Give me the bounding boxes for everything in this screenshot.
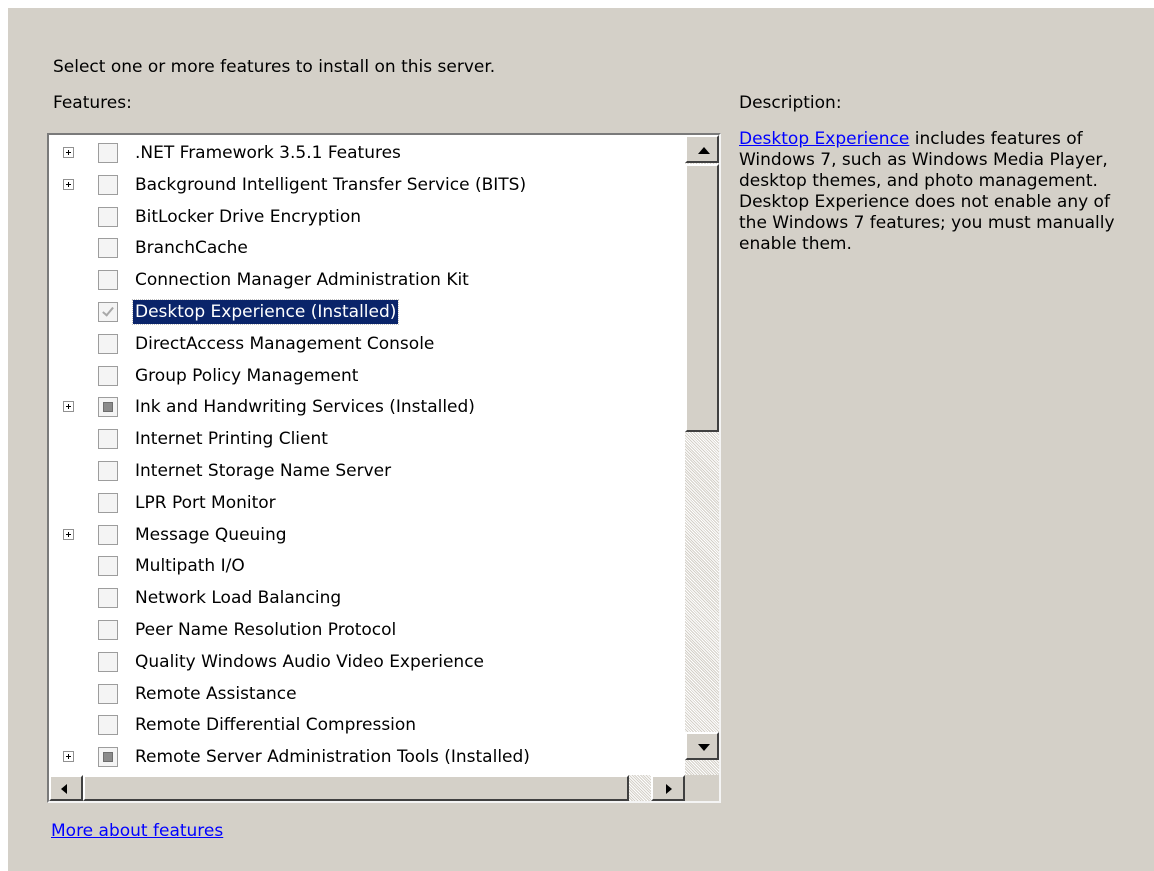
feature-row[interactable]: Network Load Balancing — [49, 584, 685, 615]
more-about-features-link[interactable]: More about features — [51, 821, 223, 841]
feature-checkbox[interactable] — [98, 429, 118, 450]
feature-row[interactable]: Remote Differential Compression — [49, 711, 685, 742]
dialog-panel: Select one or more features to install o… — [8, 8, 1154, 871]
feature-row[interactable]: Desktop Experience (Installed) — [49, 298, 685, 329]
feature-checkbox[interactable] — [98, 143, 118, 163]
feature-checkbox[interactable] — [98, 715, 118, 736]
feature-checkbox[interactable] — [98, 333, 118, 354]
expand-plus-icon[interactable] — [63, 401, 74, 413]
feature-label[interactable]: DirectAccess Management Console — [133, 332, 436, 356]
feature-label[interactable]: Connection Manager Administration Kit — [133, 268, 471, 292]
description-feature-link[interactable]: Desktop Experience — [739, 129, 909, 149]
arrow-up-icon — [698, 147, 710, 154]
scroll-down-button[interactable] — [685, 732, 719, 760]
feature-row[interactable]: Quality Windows Audio Video Experience — [49, 648, 685, 679]
feature-checkbox[interactable] — [98, 270, 118, 291]
feature-label[interactable]: Background Intelligent Transfer Service … — [133, 173, 528, 197]
feature-label[interactable]: Group Policy Management — [133, 364, 360, 388]
feature-label[interactable]: .NET Framework 3.5.1 Features — [133, 141, 403, 165]
feature-row[interactable]: BitLocker Drive Encryption — [49, 203, 685, 234]
feature-label[interactable]: Desktop Experience (Installed) — [131, 299, 400, 325]
feature-checkbox[interactable] — [98, 588, 118, 609]
feature-checkbox[interactable] — [98, 365, 118, 386]
expand-plus-icon[interactable] — [63, 751, 74, 763]
feature-label[interactable]: BranchCache — [133, 236, 250, 260]
description-text: Desktop Experience includes features of … — [739, 129, 1139, 255]
scrollbar-corner — [685, 775, 719, 801]
feature-label[interactable]: Multipath I/O — [133, 554, 247, 578]
feature-checkbox[interactable] — [98, 492, 118, 513]
vertical-scrollbar[interactable] — [685, 135, 719, 775]
feature-row[interactable]: Connection Manager Administration Kit — [49, 266, 685, 297]
feature-row[interactable]: LPR Port Monitor — [49, 489, 685, 520]
feature-checkbox[interactable] — [98, 461, 118, 481]
horizontal-scrollbar[interactable] — [49, 775, 685, 801]
feature-checkbox[interactable] — [98, 524, 118, 545]
feature-label[interactable]: Remote Server Administration Tools (Inst… — [133, 745, 532, 769]
arrow-down-icon — [698, 744, 710, 751]
feature-checkbox[interactable] — [98, 206, 118, 227]
feature-row[interactable]: Message Queuing — [49, 521, 685, 552]
scroll-thumb[interactable] — [685, 164, 719, 432]
feature-label[interactable]: LPR Port Monitor — [133, 491, 278, 515]
scroll-right-button[interactable] — [651, 775, 685, 801]
feature-label[interactable]: Peer Name Resolution Protocol — [133, 618, 398, 642]
scroll-left-button[interactable] — [49, 775, 83, 801]
expand-plus-icon[interactable] — [63, 147, 74, 158]
feature-row[interactable]: Remote Assistance — [49, 680, 685, 711]
feature-row[interactable]: Background Intelligent Transfer Service … — [49, 171, 685, 202]
features-list: .NET Framework 3.5.1 Features Background … — [49, 135, 685, 775]
feature-label[interactable]: Internet Storage Name Server — [133, 459, 393, 483]
feature-row[interactable]: DirectAccess Management Console — [49, 330, 685, 361]
features-label: Features: — [53, 93, 132, 113]
feature-checkbox[interactable] — [98, 620, 118, 640]
feature-checkbox[interactable] — [98, 683, 118, 704]
feature-row[interactable]: Internet Storage Name Server — [49, 457, 685, 488]
feature-checkbox[interactable] — [98, 238, 118, 259]
feature-row[interactable]: Group Policy Management — [49, 362, 685, 393]
feature-checkbox[interactable] — [98, 556, 118, 577]
feature-label[interactable]: Message Queuing — [133, 523, 289, 547]
feature-label[interactable]: Internet Printing Client — [133, 427, 330, 451]
feature-row[interactable]: Ink and Handwriting Services (Installed) — [49, 393, 685, 424]
feature-checkbox[interactable] — [98, 747, 118, 768]
feature-label[interactable]: BitLocker Drive Encryption — [133, 205, 363, 229]
expand-plus-icon[interactable] — [63, 528, 74, 540]
feature-checkbox[interactable] — [98, 397, 118, 418]
feature-label[interactable]: Network Load Balancing — [133, 586, 343, 610]
feature-checkbox[interactable] — [98, 302, 118, 322]
arrow-left-icon — [61, 784, 67, 794]
features-tree[interactable]: .NET Framework 3.5.1 Features Background … — [47, 133, 721, 803]
scroll-up-button[interactable] — [685, 135, 719, 163]
description-label: Description: — [739, 93, 842, 113]
feature-label[interactable]: Quality Windows Audio Video Experience — [133, 650, 486, 674]
feature-label[interactable]: Remote Differential Compression — [133, 713, 418, 737]
feature-row[interactable]: .NET Framework 3.5.1 Features — [49, 139, 685, 170]
feature-label[interactable]: Ink and Handwriting Services (Installed) — [133, 395, 477, 419]
feature-row[interactable]: Multipath I/O — [49, 552, 685, 583]
feature-checkbox[interactable] — [98, 174, 118, 195]
feature-checkbox[interactable] — [98, 651, 118, 672]
horizontal-scroll-thumb[interactable] — [83, 775, 629, 801]
arrow-right-icon — [666, 784, 672, 794]
expand-plus-icon[interactable] — [63, 178, 74, 190]
instruction-text: Select one or more features to install o… — [53, 57, 496, 77]
feature-label[interactable]: Remote Assistance — [133, 682, 299, 706]
feature-row[interactable]: Internet Printing Client — [49, 425, 685, 456]
feature-row[interactable]: Remote Server Administration Tools (Inst… — [49, 743, 685, 774]
feature-row[interactable]: Peer Name Resolution Protocol — [49, 616, 685, 647]
feature-row[interactable]: BranchCache — [49, 234, 685, 265]
